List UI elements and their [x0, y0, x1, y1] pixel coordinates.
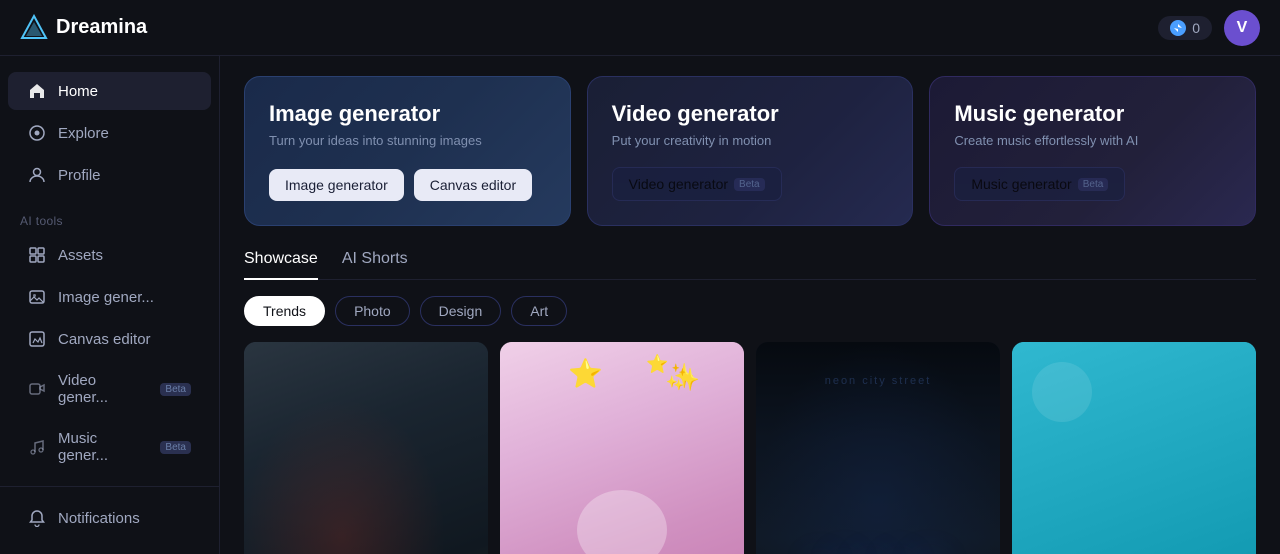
sidebar-item-home-label: Home: [58, 83, 98, 100]
logo[interactable]: Dreamina: [20, 14, 147, 42]
image-card-desc: Turn your ideas into stunning images: [269, 133, 546, 148]
sidebar-item-notifications-label: Notifications: [58, 510, 140, 527]
filter-pills: Trends Photo Design Art: [244, 296, 1256, 326]
image-grid: 🤖 ⭐ ✨ ⭐ Dreamina neon city street VENOM …: [244, 342, 1256, 554]
image-card-top: Image generator Turn your ideas into stu…: [269, 101, 546, 164]
music-card-buttons: Music generator Beta: [954, 167, 1231, 201]
music-generator-button-label: Music generator: [971, 176, 1071, 192]
main-content: Image generator Turn your ideas into stu…: [220, 56, 1280, 554]
sidebar-item-canvas-editor[interactable]: Canvas editor: [8, 320, 211, 358]
header: Dreamina 0 V: [0, 0, 1280, 56]
showcase-image-venom[interactable]: neon city street VENOM: [756, 342, 1000, 554]
feature-cards: Image generator Turn your ideas into stu…: [244, 76, 1256, 226]
user-avatar[interactable]: V: [1224, 10, 1260, 46]
video-card-desc: Put your creativity in motion: [612, 133, 889, 148]
sidebar-item-assets[interactable]: Assets: [8, 236, 211, 274]
showcase-image-dreamina[interactable]: ⭐ ✨ ⭐ Dreamina: [500, 342, 744, 554]
credits-icon: [1170, 20, 1186, 36]
sidebar-item-music-generator[interactable]: Music gener... Beta: [8, 420, 211, 474]
home-icon: [28, 82, 46, 100]
showcase-tabs: Showcase AI Shorts: [244, 250, 1256, 280]
header-right: 0 V: [1158, 10, 1260, 46]
music-gen-icon: [28, 438, 46, 456]
sidebar-item-music-gen-label: Music gener...: [58, 430, 148, 464]
sidebar-item-assets-label: Assets: [58, 247, 103, 264]
music-card-desc: Create music effortlessly with AI: [954, 133, 1231, 148]
bolt-icon: [1173, 23, 1183, 33]
sidebar-item-profile[interactable]: Profile: [8, 156, 211, 194]
sidebar-item-explore-label: Explore: [58, 125, 109, 142]
dreamina-logo-icon: [20, 14, 48, 42]
app-name: Dreamina: [56, 16, 147, 39]
showcase-image-robot[interactable]: 🤖: [244, 342, 488, 554]
video-card-top: Video generator Put your creativity in m…: [612, 101, 889, 164]
video-gen-icon: [28, 380, 46, 398]
music-generator-button[interactable]: Music generator Beta: [954, 167, 1125, 201]
tab-ai-shorts[interactable]: AI Shorts: [342, 250, 408, 280]
credits-badge[interactable]: 0: [1158, 16, 1212, 40]
sidebar-item-image-gen-label: Image gener...: [58, 289, 154, 306]
music-generator-card: Music generator Create music effortlessl…: [929, 76, 1256, 226]
profile-icon: [28, 166, 46, 184]
image-card-title: Image generator: [269, 101, 546, 127]
canvas-editor-button[interactable]: Canvas editor: [414, 169, 532, 201]
sidebar-item-notifications[interactable]: Notifications: [8, 499, 211, 537]
tab-showcase[interactable]: Showcase: [244, 250, 318, 280]
sidebar-item-profile-label: Profile: [58, 167, 101, 184]
ai-tools-label: AI tools: [0, 206, 219, 232]
image-card-buttons: Image generator Canvas editor: [269, 169, 546, 201]
filter-trends[interactable]: Trends: [244, 296, 325, 326]
video-card-buttons: Video generator Beta: [612, 167, 889, 201]
filter-art[interactable]: Art: [511, 296, 567, 326]
music-card-top: Music generator Create music effortlessl…: [954, 101, 1231, 164]
image-generator-card: Image generator Turn your ideas into stu…: [244, 76, 571, 226]
showcase-image-girl[interactable]: 👩: [1012, 342, 1256, 554]
credits-count: 0: [1192, 20, 1200, 36]
video-btn-beta-tag: Beta: [734, 178, 765, 191]
video-gen-beta-badge: Beta: [160, 383, 191, 396]
canvas-icon: [28, 330, 46, 348]
sidebar-item-home[interactable]: Home: [8, 72, 211, 110]
image-gen-icon: [28, 288, 46, 306]
sidebar-item-explore[interactable]: Explore: [8, 114, 211, 152]
video-card-title: Video generator: [612, 101, 889, 127]
sidebar-item-video-generator[interactable]: Video gener... Beta: [8, 362, 211, 416]
sidebar-item-canvas-label: Canvas editor: [58, 331, 151, 348]
sidebar-item-video-gen-label: Video gener...: [58, 372, 148, 406]
music-card-title: Music generator: [954, 101, 1231, 127]
image-generator-button[interactable]: Image generator: [269, 169, 404, 201]
filter-photo[interactable]: Photo: [335, 296, 410, 326]
sidebar-item-image-generator[interactable]: Image gener...: [8, 278, 211, 316]
music-gen-beta-badge: Beta: [160, 441, 191, 454]
sidebar: Home Explore Profile AI tools: [0, 56, 220, 554]
video-generator-button-label: Video generator: [629, 176, 728, 192]
music-btn-beta-tag: Beta: [1078, 178, 1109, 191]
assets-icon: [28, 246, 46, 264]
main-layout: Home Explore Profile AI tools: [0, 56, 1280, 554]
video-generator-button[interactable]: Video generator Beta: [612, 167, 782, 201]
notifications-icon: [28, 509, 46, 527]
video-generator-card: Video generator Put your creativity in m…: [587, 76, 914, 226]
filter-design[interactable]: Design: [420, 296, 502, 326]
explore-icon: [28, 124, 46, 142]
sidebar-divider: [0, 486, 219, 495]
